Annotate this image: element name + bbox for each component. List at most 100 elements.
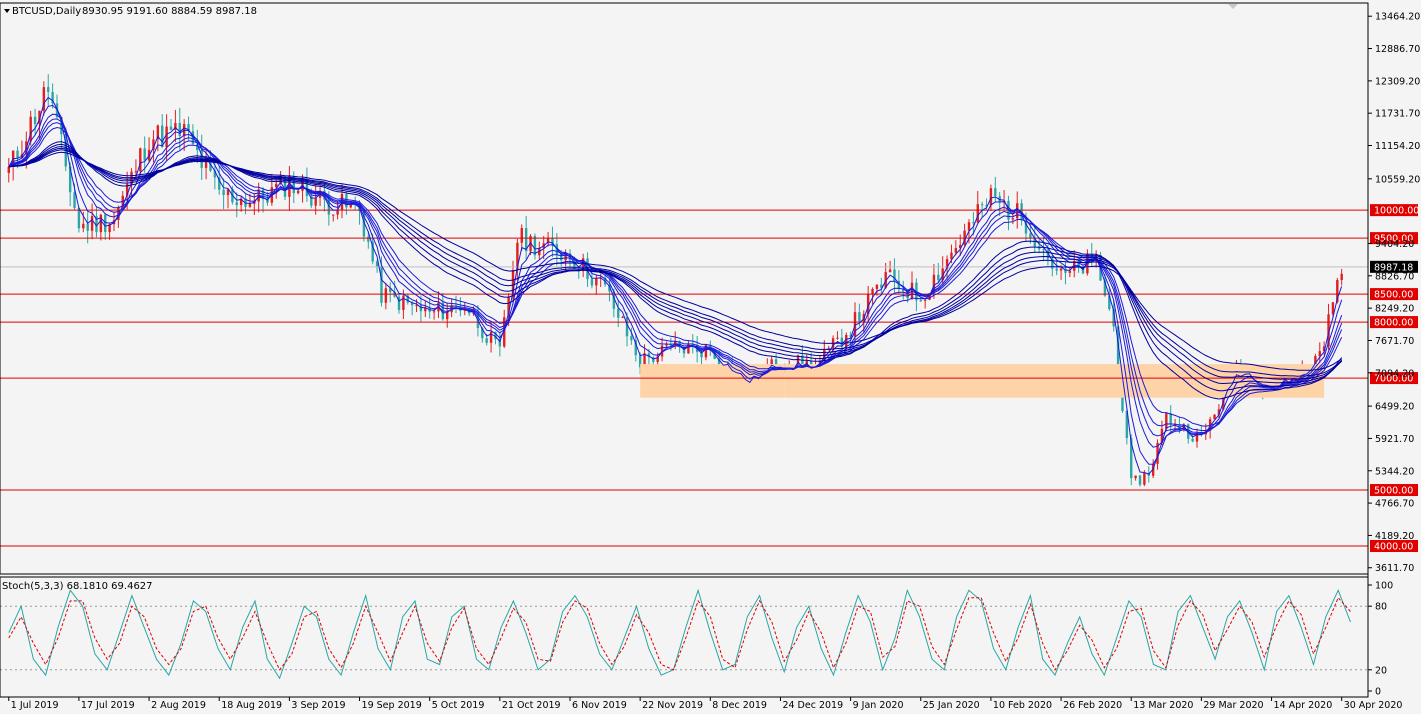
price-tick-label: 4766.70: [1375, 499, 1414, 510]
candle-body: [296, 190, 300, 194]
candle-body: [1318, 351, 1321, 357]
price-tick-label: 11731.70: [1375, 109, 1420, 120]
date-tick-label: 21 Oct 2019: [502, 700, 561, 711]
candle-body: [937, 274, 940, 281]
stoch-signal-line: [8, 596, 1351, 671]
candle-body: [665, 344, 668, 346]
candle-body: [858, 312, 861, 322]
collapse-arrow-icon[interactable]: [4, 9, 10, 13]
candle-body: [104, 214, 107, 233]
price-tick-label: 10559.20: [1375, 174, 1420, 185]
date-tick-label: 18 Aug 2019: [221, 700, 282, 711]
candle-body: [86, 223, 89, 231]
candle-body: [143, 148, 146, 161]
price-chart[interactable]: 10000.009500.008500.008000.007000.005000…: [0, 0, 1421, 714]
ma-ribbon-line: [8, 96, 1343, 475]
price-level-label: 8500.00: [1374, 290, 1413, 301]
date-tick-label: 3 Sep 2019: [291, 700, 345, 711]
candle-body: [630, 336, 633, 341]
price-tick-label: 4189.20: [1375, 531, 1414, 542]
date-tick-label: 14 Apr 2020: [1274, 700, 1333, 711]
candle-body: [77, 208, 81, 229]
candle-body: [16, 150, 19, 158]
candle-body: [1191, 438, 1194, 442]
stoch-tick-label: 0: [1375, 687, 1381, 698]
candle-body: [1138, 475, 1142, 485]
stoch-main-line: [8, 588, 1351, 680]
date-tick-label: 25 Jan 2020: [923, 700, 980, 711]
price-tick-label: 5344.20: [1375, 466, 1414, 477]
price-level-label: 8000.00: [1374, 318, 1413, 329]
candle-body: [139, 148, 142, 172]
stoch-tick-label: 80: [1375, 602, 1387, 613]
stoch-plot-frame: [0, 576, 1369, 698]
candle-body: [994, 188, 997, 197]
ma-ribbon-line: [8, 143, 1343, 392]
price-tick-label: 11154.20: [1375, 141, 1420, 152]
candle-body: [1068, 270, 1072, 273]
date-tick-label: 10 Feb 2020: [993, 700, 1052, 711]
ma-ribbon-layer: [8, 96, 1343, 475]
date-tick-label: 22 Nov 2019: [642, 700, 703, 711]
candle-body: [1055, 268, 1058, 271]
candle-body: [888, 269, 892, 273]
candle-body: [1165, 413, 1168, 429]
candle-body: [972, 222, 975, 224]
candles-layer: [7, 74, 1343, 487]
date-tick-label: 8 Dec 2019: [712, 700, 767, 711]
price-tick-label: 6499.20: [1375, 402, 1414, 413]
chart-shift-marker-icon[interactable]: [1228, 4, 1238, 9]
candle-body: [332, 214, 335, 216]
candle-body: [222, 189, 225, 196]
candle-body: [432, 311, 436, 313]
date-tick-label: 26 Feb 2020: [1063, 700, 1122, 711]
candle-body: [967, 222, 971, 231]
price-level-label: 4000.00: [1374, 542, 1413, 553]
candle-body: [1029, 233, 1032, 239]
candle-body: [980, 204, 984, 206]
price-tick-label: 8249.20: [1375, 304, 1414, 315]
candle-body: [380, 266, 383, 303]
stochastic-layer: [0, 588, 1368, 680]
candle-body: [82, 223, 85, 229]
date-tick-label: 5 Oct 2019: [432, 700, 485, 711]
date-tick-label: 24 Dec 2019: [782, 700, 843, 711]
candle-body: [7, 166, 10, 173]
candle-body: [33, 116, 37, 124]
candle-body: [954, 248, 958, 253]
candle-body: [1059, 268, 1063, 271]
candle-body: [1169, 413, 1172, 425]
date-tick-label: 1 Jul 2019: [11, 700, 59, 711]
date-tick-label: 30 Apr 2020: [1344, 700, 1403, 711]
candle-body: [134, 171, 138, 173]
candle-body: [90, 216, 94, 231]
candle-body: [875, 284, 879, 289]
price-tick-label: 13464.20: [1375, 12, 1420, 23]
date-tick-label: 9 Jan 2020: [853, 700, 904, 711]
candle-body: [178, 123, 181, 137]
stoch-info: Stoch(5,3,3) 68.1810 69.4627: [2, 581, 153, 592]
date-tick-label: 13 Mar 2020: [1133, 700, 1193, 711]
candle-body: [1042, 249, 1045, 251]
candle-body: [590, 279, 594, 286]
price-tick-label: 7094.20: [1375, 368, 1414, 379]
price-level-label: 5000.00: [1374, 486, 1413, 497]
price-tick-label: 8826.70: [1375, 271, 1414, 282]
date-tick-label: 6 Nov 2019: [572, 700, 627, 711]
candle-body: [919, 300, 922, 302]
date-tick-label: 29 Mar 2020: [1203, 700, 1263, 711]
date-tick-label: 19 Sep 2019: [362, 700, 422, 711]
candle-body: [669, 344, 673, 346]
candle-body: [73, 192, 76, 209]
candle-body: [989, 188, 993, 206]
candle-body: [1134, 475, 1137, 479]
main-plot-frame: [0, 2, 1369, 575]
candle-body: [419, 305, 423, 312]
candle-body: [1340, 273, 1343, 281]
candle-body: [910, 282, 914, 299]
price-tick-label: 9404.20: [1375, 239, 1414, 250]
symbol-info: BTCUSD,Daily: [12, 6, 81, 17]
candle-body: [923, 299, 927, 301]
candle-body: [446, 312, 449, 320]
candle-body: [520, 228, 523, 243]
